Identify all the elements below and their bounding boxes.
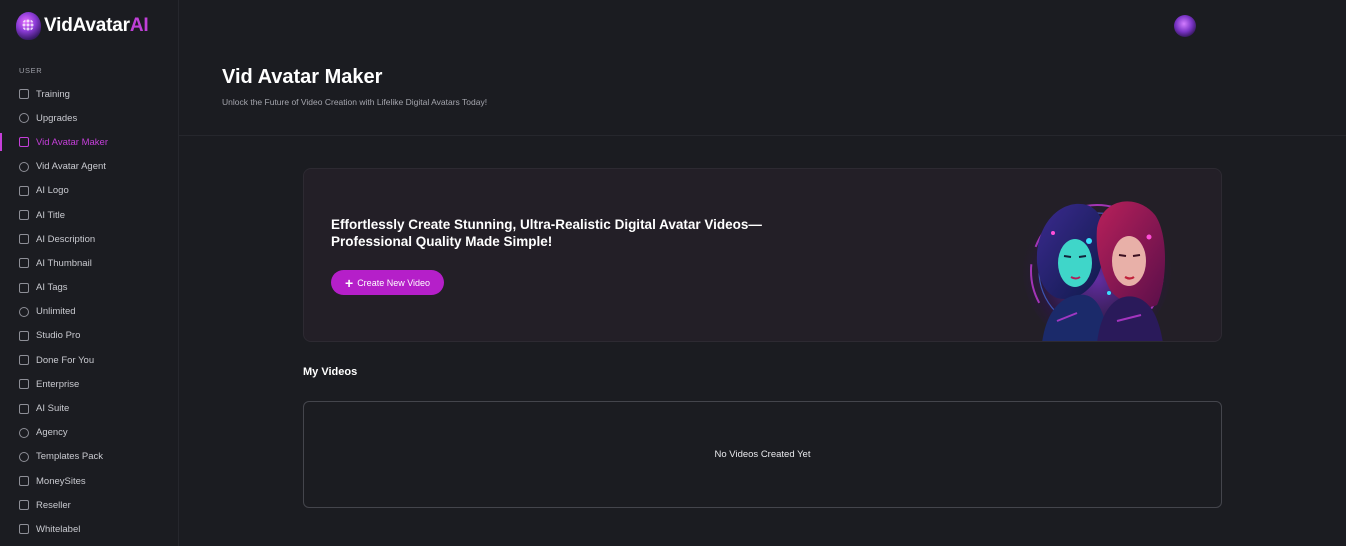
hero-heading: Effortlessly Create Stunning, Ultra-Real… [331, 216, 791, 250]
image-icon [19, 258, 29, 269]
sidebar-item-templates-pack[interactable]: Templates Pack [0, 445, 179, 469]
sidebar-item-ai-suite[interactable]: AI Suite [0, 396, 179, 420]
sidebar-item-ai-thumbnail[interactable]: AI Thumbnail [0, 251, 179, 275]
hero-heading-line1: Effortlessly Create Stunning, Ultra-Real… [331, 217, 762, 232]
sidebar-item-label: Enterprise [36, 378, 80, 390]
sidebar-item-done-for-you[interactable]: Done For You [0, 348, 179, 372]
sidebar-item-label: Agency [36, 427, 68, 439]
sidebar-item-reseller[interactable]: Reseller [0, 493, 179, 517]
chat-icon [19, 161, 29, 172]
sidebar-item-label: AI Logo [36, 185, 69, 197]
sidebar-item-ai-title[interactable]: AI Title [0, 203, 179, 227]
sidebar-item-label: Templates Pack [36, 451, 104, 463]
create-new-video-label: Create New Video [357, 277, 431, 288]
document-icon [19, 234, 29, 245]
sidebar-item-label: AI Thumbnail [36, 257, 92, 269]
refresh-icon [19, 113, 29, 124]
sidebar-item-upgrades[interactable]: Upgrades [0, 106, 179, 130]
pulse-icon [19, 403, 29, 414]
my-videos-title: My Videos [303, 366, 358, 378]
page-header: Vid Avatar Maker Unlock the Future of Vi… [179, 52, 1346, 136]
sidebar-item-label: MoneySites [36, 475, 86, 487]
document-icon [19, 210, 29, 221]
laptop-icon [19, 476, 29, 487]
empty-state-message: No Videos Created Yet [714, 449, 811, 460]
sidebar-item-label: Studio Pro [36, 330, 81, 342]
sidebar-item-whitelabel[interactable]: Whitelabel [0, 517, 179, 541]
sidebar-item-label: Vid Avatar Maker [36, 136, 108, 148]
sidebar-item-ai-logo[interactable]: AI Logo [0, 179, 179, 203]
checklist-icon [19, 355, 29, 366]
sliders-icon [19, 330, 29, 341]
avatar-illustration [1023, 197, 1171, 341]
refresh-icon [19, 306, 29, 317]
sidebar-item-label: AI Description [36, 233, 96, 245]
sidebar: VidAvatarAI USER Training Upgrades Vid Ava… [0, 0, 179, 546]
page-title: Vid Avatar Maker [222, 66, 383, 88]
plus-icon: + [345, 274, 354, 291]
grid-icon [19, 379, 29, 390]
document-icon [19, 282, 29, 293]
file-icon [19, 524, 29, 535]
dollar-icon [19, 451, 29, 462]
create-new-video-button[interactable]: + Create New Video [331, 270, 445, 295]
sidebar-item-vid-avatar-agent[interactable]: Vid Avatar Agent [0, 155, 179, 179]
image-icon [19, 185, 29, 196]
sidebar-item-label: Whitelabel [36, 523, 81, 535]
play-icon [19, 137, 29, 148]
sidebar-item-vid-avatar-maker[interactable]: Vid Avatar Maker [0, 130, 179, 154]
brain-logo-icon [16, 12, 41, 40]
sidebar-item-label: AI Title [36, 209, 66, 221]
sidebar-menu: Training Upgrades Vid Avatar Maker Vid Avat… [0, 82, 179, 542]
sidebar-item-ai-description[interactable]: AI Description [0, 227, 179, 251]
sidebar-item-label: AI Suite [36, 403, 70, 415]
brand-name-accent: AI [129, 15, 149, 36]
sidebar-item-label: Reseller [36, 499, 71, 511]
sidebar-item-label: AI Tags [36, 282, 68, 294]
brand-logo[interactable]: VidAvatarAI [16, 11, 149, 41]
hero-heading-line2: Professional Quality Made Simple! [331, 234, 553, 249]
store-icon [19, 500, 29, 511]
sidebar-section-label: USER [19, 66, 43, 75]
sidebar-item-studio-pro[interactable]: Studio Pro [0, 324, 179, 348]
sidebar-item-label: Training [36, 88, 70, 100]
sidebar-item-agency[interactable]: Agency [0, 421, 179, 445]
videos-list-empty: No Videos Created Yet [303, 401, 1222, 508]
sidebar-item-moneysites[interactable]: MoneySites [0, 469, 179, 493]
sidebar-item-ai-tags[interactable]: AI Tags [0, 276, 179, 300]
sidebar-item-label: Unlimited [36, 306, 76, 318]
sidebar-item-label: Upgrades [36, 112, 78, 124]
sidebar-item-label: Done For You [36, 354, 95, 366]
user-avatar[interactable] [1174, 15, 1196, 37]
page-subtitle: Unlock the Future of Video Creation with… [222, 97, 488, 107]
laptop-icon [19, 89, 29, 100]
sidebar-item-label: Vid Avatar Agent [36, 161, 106, 173]
hero-card: Effortlessly Create Stunning, Ultra-Real… [303, 168, 1222, 342]
sidebar-item-unlimited[interactable]: Unlimited [0, 300, 179, 324]
users-icon [19, 427, 29, 438]
sidebar-item-enterprise[interactable]: Enterprise [0, 372, 179, 396]
sidebar-item-training[interactable]: Training [0, 82, 179, 106]
brand-name: VidAvatarAI [44, 15, 149, 37]
brand-name-main: VidAvatar [44, 15, 130, 36]
